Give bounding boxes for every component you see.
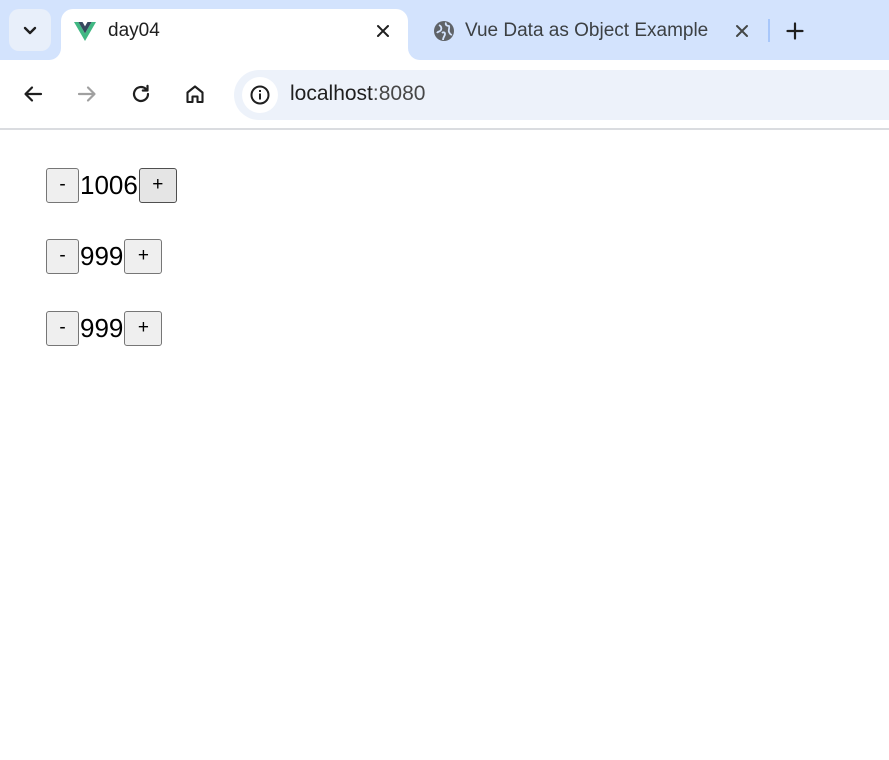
counter-row: - 999 + bbox=[46, 238, 163, 274]
decrement-button[interactable]: - bbox=[46, 167, 79, 203]
counter-value: 1006 bbox=[80, 170, 138, 200]
site-info-button[interactable] bbox=[242, 77, 278, 113]
reload-button[interactable] bbox=[125, 78, 157, 110]
home-icon bbox=[186, 85, 204, 104]
url-host: localhost bbox=[290, 82, 373, 105]
chevron-down-icon bbox=[23, 26, 37, 35]
increment-button[interactable]: + bbox=[124, 310, 163, 346]
url-port: :8080 bbox=[372, 82, 426, 105]
arrow-right-icon bbox=[77, 86, 96, 102]
arrow-left-icon bbox=[24, 86, 43, 102]
decrement-button[interactable]: - bbox=[46, 310, 79, 346]
tab-vue-data-as-object-example[interactable]: Vue Data as Object Example bbox=[420, 9, 762, 60]
forward-button[interactable] bbox=[71, 78, 103, 110]
info-icon bbox=[250, 85, 270, 105]
tab-close-button[interactable] bbox=[369, 17, 397, 45]
reload-icon bbox=[132, 84, 150, 103]
page-content: - 1006 + - 999 + - 999 + bbox=[0, 130, 889, 760]
close-icon bbox=[736, 25, 748, 37]
tab-close-button[interactable] bbox=[728, 17, 756, 45]
tab-search-button[interactable] bbox=[9, 9, 51, 51]
tab-title: day04 bbox=[108, 20, 160, 41]
tab-divider bbox=[768, 19, 770, 42]
address-bar[interactable]: localhost:8080 bbox=[234, 70, 889, 120]
url-text[interactable]: localhost:8080 bbox=[290, 82, 425, 106]
home-button[interactable] bbox=[179, 78, 211, 110]
browser-chrome: day04 Vue Data as Object Example localho… bbox=[0, 0, 889, 130]
back-button[interactable] bbox=[17, 78, 49, 110]
increment-button[interactable]: + bbox=[138, 167, 177, 203]
tab-title: Vue Data as Object Example bbox=[465, 20, 709, 41]
tab-day04[interactable]: day04 bbox=[61, 9, 408, 60]
counter-value: 999 bbox=[80, 241, 124, 271]
browser-toolbar: localhost:8080 bbox=[0, 60, 889, 130]
decrement-button[interactable]: - bbox=[46, 238, 79, 274]
counter-row: - 1006 + bbox=[46, 167, 177, 203]
counter-value: 999 bbox=[80, 313, 124, 343]
close-icon bbox=[377, 25, 389, 37]
vue-logo-icon bbox=[74, 22, 96, 41]
plus-icon bbox=[786, 22, 804, 40]
new-tab-button[interactable] bbox=[780, 16, 810, 46]
tab-strip: day04 Vue Data as Object Example bbox=[0, 0, 889, 60]
globe-icon bbox=[434, 21, 454, 41]
counter-row: - 999 + bbox=[46, 310, 163, 346]
increment-button[interactable]: + bbox=[124, 238, 163, 274]
